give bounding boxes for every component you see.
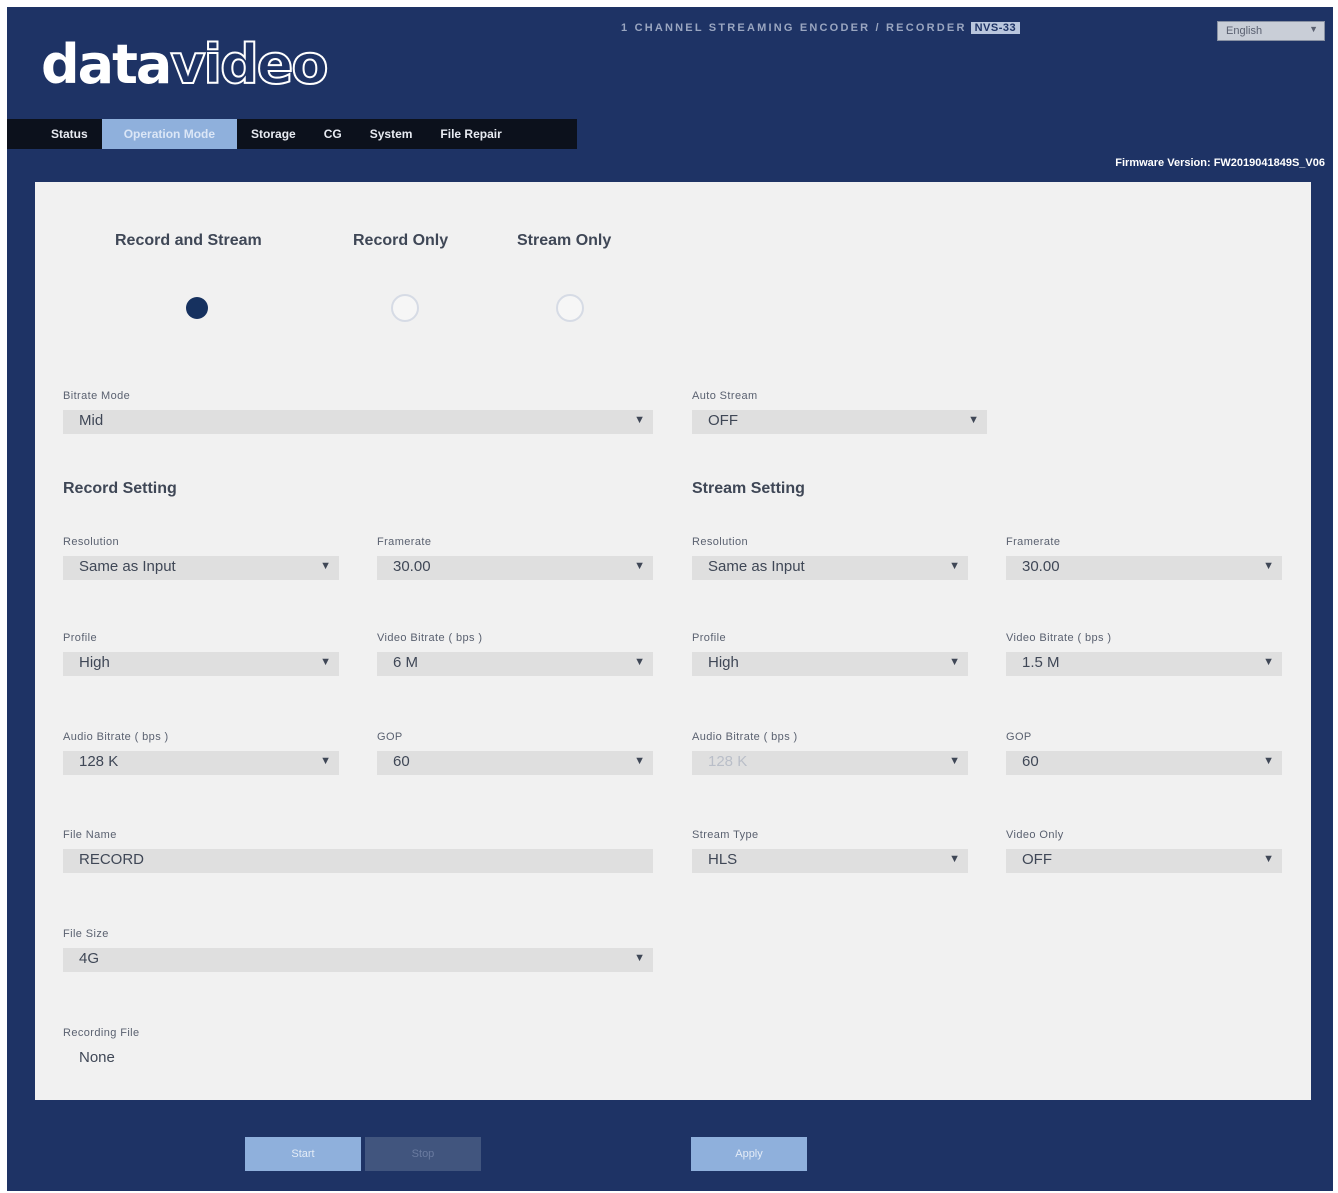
tab-status[interactable]: Status bbox=[37, 119, 102, 149]
video-only-label: Video Only bbox=[1006, 829, 1064, 841]
radio-record-only[interactable] bbox=[391, 294, 419, 322]
tab-storage[interactable]: Storage bbox=[237, 119, 310, 149]
chevron-down-icon: ▼ bbox=[949, 656, 960, 668]
bitrate-mode-select[interactable]: Mid ▼ bbox=[63, 410, 653, 434]
stream-video-bitrate-select[interactable]: 1.5 M ▼ bbox=[1006, 652, 1282, 676]
chevron-down-icon: ▼ bbox=[1263, 853, 1274, 865]
chevron-down-icon: ▼ bbox=[634, 656, 645, 668]
stream-setting-title: Stream Setting bbox=[692, 480, 805, 497]
stream-profile-select[interactable]: High ▼ bbox=[692, 652, 968, 676]
record-resolution-select[interactable]: Same as Input ▼ bbox=[63, 556, 339, 580]
nav-bar: Status Operation Mode Storage CG System … bbox=[7, 119, 1333, 149]
file-size-label: File Size bbox=[63, 928, 109, 940]
record-profile-select[interactable]: High ▼ bbox=[63, 652, 339, 676]
tab-operation-mode[interactable]: Operation Mode bbox=[101, 119, 238, 149]
chevron-down-icon: ▼ bbox=[1263, 755, 1274, 767]
firmware-version: Firmware Version: FW2019041849S_V06 bbox=[1115, 157, 1325, 169]
record-resolution-label: Resolution bbox=[63, 536, 119, 548]
stream-audio-bitrate-label: Audio Bitrate ( bps ) bbox=[692, 731, 798, 743]
record-video-bitrate-label: Video Bitrate ( bps ) bbox=[377, 632, 483, 644]
chevron-down-icon: ▼ bbox=[949, 560, 960, 572]
stream-resolution-select[interactable]: Same as Input ▼ bbox=[692, 556, 968, 580]
stop-button[interactable]: Stop bbox=[365, 1137, 481, 1171]
chevron-down-icon: ▼ bbox=[949, 853, 960, 865]
mode-label-record-only: Record Only bbox=[353, 232, 449, 249]
language-select[interactable]: English ▼ bbox=[1217, 21, 1325, 41]
file-name-label: File Name bbox=[63, 829, 117, 841]
chevron-down-icon: ▼ bbox=[634, 560, 645, 572]
radio-record-and-stream[interactable] bbox=[183, 294, 211, 322]
chevron-down-icon: ▼ bbox=[634, 414, 645, 426]
record-gop-label: GOP bbox=[377, 731, 403, 743]
record-profile-label: Profile bbox=[63, 632, 97, 644]
tab-file-repair[interactable]: File Repair bbox=[426, 119, 515, 149]
mode-label-record-and-stream: Record and Stream bbox=[115, 232, 262, 249]
chevron-down-icon: ▼ bbox=[1263, 656, 1274, 668]
chevron-down-icon: ▼ bbox=[949, 755, 960, 767]
product-title: 1 CHANNEL STREAMING ENCODER / RECORDER NV… bbox=[621, 22, 1021, 34]
stream-audio-bitrate-select[interactable]: 128 K ▼ bbox=[692, 751, 968, 775]
app-window: datavideo 1 CHANNEL STREAMING ENCODER / … bbox=[7, 7, 1333, 1191]
start-button[interactable]: Start bbox=[245, 1137, 361, 1171]
record-gop-select[interactable]: 60 ▼ bbox=[377, 751, 653, 775]
video-only-select[interactable]: OFF ▼ bbox=[1006, 849, 1282, 873]
stream-resolution-label: Resolution bbox=[692, 536, 748, 548]
chevron-down-icon: ▼ bbox=[634, 952, 645, 964]
apply-button[interactable]: Apply bbox=[691, 1137, 807, 1171]
chevron-down-icon: ▼ bbox=[1309, 24, 1318, 34]
stream-profile-label: Profile bbox=[692, 632, 726, 644]
recording-file-value: None bbox=[79, 1049, 115, 1066]
chevron-down-icon: ▼ bbox=[320, 560, 331, 572]
record-setting-title: Record Setting bbox=[63, 480, 177, 497]
recording-file-label: Recording File bbox=[63, 1027, 140, 1039]
tab-cg[interactable]: CG bbox=[310, 119, 356, 149]
stream-gop-label: GOP bbox=[1006, 731, 1032, 743]
stream-type-select[interactable]: HLS ▼ bbox=[692, 849, 968, 873]
operation-mode-panel: Record and Stream Record Only Stream Onl… bbox=[35, 182, 1311, 1100]
bitrate-mode-label: Bitrate Mode bbox=[63, 390, 131, 402]
model-badge: NVS-33 bbox=[970, 22, 1021, 34]
record-audio-bitrate-select[interactable]: 128 K ▼ bbox=[63, 751, 339, 775]
stream-framerate-label: Framerate bbox=[1006, 536, 1061, 548]
chevron-down-icon: ▼ bbox=[320, 656, 331, 668]
record-video-bitrate-select[interactable]: 6 M ▼ bbox=[377, 652, 653, 676]
datavideo-logo: datavideo bbox=[41, 32, 329, 97]
auto-stream-select[interactable]: OFF ▼ bbox=[692, 410, 987, 434]
file-name-input[interactable]: RECORD bbox=[63, 849, 653, 873]
stream-type-label: Stream Type bbox=[692, 829, 759, 841]
record-framerate-select[interactable]: 30.00 ▼ bbox=[377, 556, 653, 580]
file-size-select[interactable]: 4G ▼ bbox=[63, 948, 653, 972]
auto-stream-label: Auto Stream bbox=[692, 390, 758, 402]
chevron-down-icon: ▼ bbox=[1263, 560, 1274, 572]
stream-gop-select[interactable]: 60 ▼ bbox=[1006, 751, 1282, 775]
record-audio-bitrate-label: Audio Bitrate ( bps ) bbox=[63, 731, 169, 743]
tab-system[interactable]: System bbox=[356, 119, 427, 149]
chevron-down-icon: ▼ bbox=[968, 414, 979, 426]
mode-label-stream-only: Stream Only bbox=[517, 232, 612, 249]
radio-stream-only[interactable] bbox=[556, 294, 584, 322]
stream-video-bitrate-label: Video Bitrate ( bps ) bbox=[1006, 632, 1112, 644]
chevron-down-icon: ▼ bbox=[634, 755, 645, 767]
stream-framerate-select[interactable]: 30.00 ▼ bbox=[1006, 556, 1282, 580]
chevron-down-icon: ▼ bbox=[320, 755, 331, 767]
record-framerate-label: Framerate bbox=[377, 536, 432, 548]
